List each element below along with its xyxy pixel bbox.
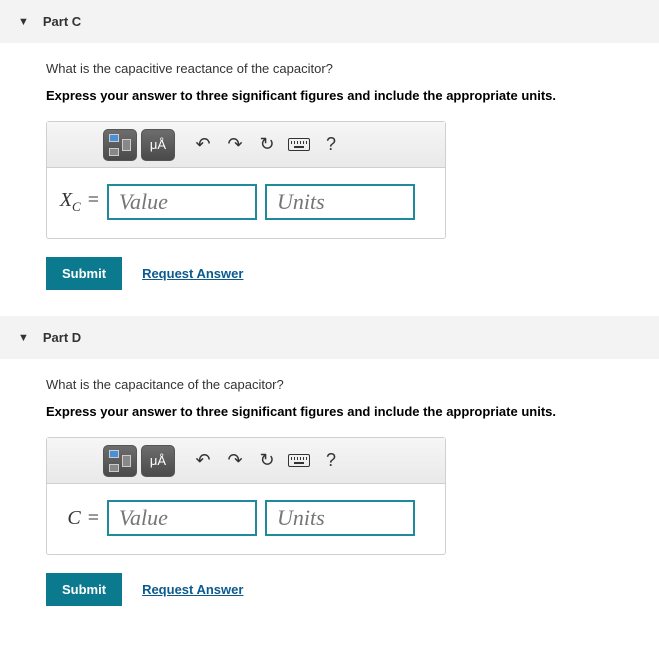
help-button[interactable]: ? — [317, 131, 345, 159]
chevron-down-icon: ▼ — [18, 332, 29, 344]
request-answer-link[interactable]: Request Answer — [142, 582, 243, 597]
part-body: What is the capacitive reactance of the … — [0, 61, 659, 316]
value-input[interactable] — [107, 500, 257, 536]
question-text: What is the capacitive reactance of the … — [46, 61, 613, 76]
undo-button[interactable]: ↶ — [189, 447, 217, 475]
chevron-down-icon: ▼ — [18, 16, 29, 28]
fraction-icon — [109, 450, 131, 472]
keyboard-icon — [288, 138, 310, 151]
instruction-text: Express your answer to three significant… — [46, 404, 613, 419]
fraction-icon — [109, 134, 131, 156]
answer-box: μÅ ↶ ↷ ↻ ? XC = — [46, 121, 446, 239]
mu-angstrom-label: μÅ — [150, 453, 166, 468]
submit-button[interactable]: Submit — [46, 573, 122, 606]
answer-row: XC = — [47, 168, 445, 220]
units-input[interactable] — [265, 184, 415, 220]
answer-box: μÅ ↶ ↷ ↻ ? C = — [46, 437, 446, 555]
special-chars-button[interactable]: μÅ — [141, 129, 175, 161]
variable-label: C = — [59, 507, 99, 530]
actions-row: Submit Request Answer — [46, 573, 613, 606]
keyboard-icon — [288, 454, 310, 467]
part-title: Part C — [43, 14, 81, 29]
undo-button[interactable]: ↶ — [189, 131, 217, 159]
value-input[interactable] — [107, 184, 257, 220]
request-answer-link[interactable]: Request Answer — [142, 266, 243, 281]
keyboard-button[interactable] — [285, 131, 313, 159]
instruction-text: Express your answer to three significant… — [46, 88, 613, 103]
part-title: Part D — [43, 330, 81, 345]
part-header[interactable]: ▼ Part C — [0, 0, 659, 43]
mu-angstrom-label: μÅ — [150, 137, 166, 152]
keyboard-button[interactable] — [285, 447, 313, 475]
variable-label: XC = — [59, 189, 99, 215]
redo-button[interactable]: ↷ — [221, 447, 249, 475]
reset-button[interactable]: ↻ — [253, 447, 281, 475]
answer-toolbar: μÅ ↶ ↷ ↻ ? — [47, 122, 445, 168]
special-chars-button[interactable]: μÅ — [141, 445, 175, 477]
part-header[interactable]: ▼ Part D — [0, 316, 659, 359]
help-button[interactable]: ? — [317, 447, 345, 475]
submit-button[interactable]: Submit — [46, 257, 122, 290]
answer-row: C = — [47, 484, 445, 536]
units-input[interactable] — [265, 500, 415, 536]
fraction-template-button[interactable] — [103, 445, 137, 477]
redo-button[interactable]: ↷ — [221, 131, 249, 159]
fraction-template-button[interactable] — [103, 129, 137, 161]
actions-row: Submit Request Answer — [46, 257, 613, 290]
reset-button[interactable]: ↻ — [253, 131, 281, 159]
answer-toolbar: μÅ ↶ ↷ ↻ ? — [47, 438, 445, 484]
question-text: What is the capacitance of the capacitor… — [46, 377, 613, 392]
part-body: What is the capacitance of the capacitor… — [0, 377, 659, 632]
